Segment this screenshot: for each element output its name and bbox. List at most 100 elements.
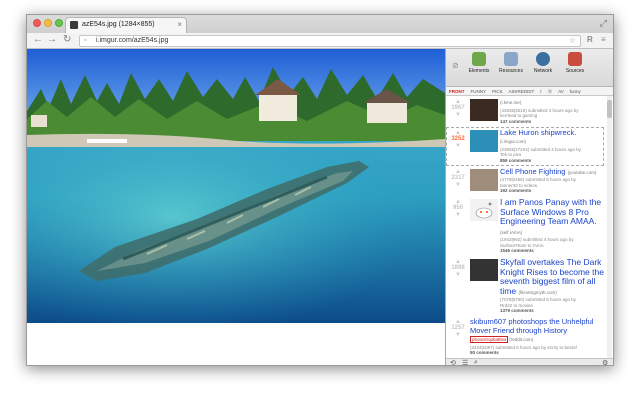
reload-icon[interactable]: ↻ [63, 34, 71, 45]
vote-column: ▲ 2317 ▼ [448, 169, 468, 188]
gear-icon[interactable]: ⚙ [602, 359, 608, 365]
post-thumbnail[interactable] [470, 259, 498, 281]
list-icon[interactable]: ☰ [462, 359, 468, 365]
close-window-button[interactable] [33, 19, 41, 27]
downvote-icon[interactable]: ▼ [448, 212, 468, 218]
tab-1[interactable]: FUNNY [468, 87, 490, 94]
scroll-thumb[interactable] [607, 100, 612, 118]
post-text: Cell Phone Fighting (youtube.com) (4779|2… [500, 167, 604, 193]
post-domain[interactable]: (youtube.com) [568, 170, 597, 175]
post-title[interactable]: Lake Huron shipwreck. (i.imgur.com) [500, 128, 604, 147]
maximize-window-button[interactable] [55, 19, 63, 27]
vote-column: ▲ 1257 ▼ [448, 319, 468, 338]
post-score: 1257 [451, 325, 465, 331]
post-title[interactable]: I am Panos Panay with the Surface Window… [500, 197, 604, 237]
tab-active[interactable]: azE54s.jpg (1284×855) × [65, 17, 187, 33]
sources-label: Sources [565, 68, 585, 74]
post-domain[interactable]: (filesrtngmyth.com) [518, 290, 556, 295]
address-bar[interactable]: ▫ i.imgur.com/azE54s.jpg ☆ [79, 35, 581, 47]
vote-column: ▲ 3252 ▼ [448, 130, 468, 149]
post-comments-link[interactable]: 50 comments [470, 350, 604, 355]
elements-icon [472, 52, 486, 66]
downvote-icon[interactable]: ▼ [448, 182, 468, 188]
hamburger-menu-icon[interactable]: ≡ [601, 35, 606, 44]
tab-5[interactable]: Ⓐ [545, 87, 556, 95]
post-feed: ▲ 1967 ▼ (i.kme.me) (44835|2516) submitted … [446, 96, 606, 358]
post-title[interactable]: (i.kme.me) [500, 98, 604, 108]
elements-button[interactable]: Elements [464, 52, 494, 74]
post-domain[interactable]: (i.imgur.com) [500, 139, 526, 144]
post-comments-link[interactable]: 147 comments [500, 119, 604, 124]
vote-column: ▲ 950 ▼ [448, 199, 468, 218]
post-title[interactable]: Skyfall overtakes The Dark Knight Rises … [500, 257, 604, 297]
browser-window: azE54s.jpg (1284×855) × ⤢ ← → ↻ ▫ i.imgu… [26, 14, 614, 366]
tab-0[interactable]: FRONT [446, 87, 468, 94]
post-comments-link[interactable]: 192 comments [500, 188, 604, 193]
tab-strip: azE54s.jpg (1284×855) × ⤢ [27, 15, 613, 33]
post-item[interactable]: ▲ 950 ▼ I am Panos Panay with the Surface W… [446, 196, 604, 256]
vote-column: ▲ 1967 ▼ [448, 99, 468, 118]
post-text: (i.kme.me) (44835|2516) submitted 3 hours… [500, 98, 604, 124]
post-item[interactable]: ▲ 1257 ▼ skibum607 photoshops the Unhelpful… [446, 316, 604, 358]
post-domain[interactable]: (reddit.com) [509, 337, 533, 342]
tab-close-icon[interactable]: × [177, 20, 182, 29]
star-icon[interactable]: ☆ [569, 36, 576, 45]
network-button[interactable]: Network [528, 52, 558, 74]
tab-title: azE54s.jpg (1284×855) [82, 21, 155, 28]
post-domain[interactable]: (self.IAmA) [500, 230, 522, 235]
post-item[interactable]: ▲ 1898 ▼ Skyfall overtakes The Dark Knight … [446, 256, 604, 316]
tab-4[interactable]: Ⅰ [537, 87, 544, 95]
post-comments-link[interactable]: 1379 comments [500, 308, 604, 313]
post-comments-link[interactable]: 1546 comments [500, 248, 604, 253]
subreddit-tabs: FRONT FUNNY PICS ASKREDDIT Ⅰ Ⓐ AV funny [446, 87, 613, 96]
no-entry-icon[interactable]: ⊘ [452, 61, 459, 70]
post-domain[interactable]: (i.kme.me) [500, 100, 521, 105]
resources-label: Resources [499, 68, 523, 74]
minimize-window-button[interactable] [44, 19, 52, 27]
post-item[interactable]: ▲ 3252 ▼ Lake Huron shipwreck. (i.imgur.com… [446, 126, 604, 166]
panel-bottom-bar: ⟲ ☰ ⌕ ⚙ [446, 358, 613, 365]
search-icon[interactable]: ⌕ [474, 359, 478, 365]
reddit-alien-icon [475, 202, 493, 219]
post-thumbnail[interactable] [470, 129, 498, 152]
post-item[interactable]: ▲ 2317 ▼ Cell Phone Fighting (youtube.com)(… [446, 166, 604, 197]
post-thumbnail[interactable] [470, 99, 498, 121]
post-comments-link[interactable]: 859 comments [500, 158, 604, 163]
post-score: 3252 [451, 135, 465, 142]
forward-arrow-icon[interactable]: → [47, 34, 57, 45]
post-flair: photoshopbattles [470, 336, 509, 343]
refresh-feed-icon[interactable]: ⟲ [450, 359, 456, 365]
downvote-icon[interactable]: ▼ [448, 112, 468, 118]
post-thumbnail[interactable] [470, 168, 498, 191]
post-thumbnail[interactable] [470, 199, 498, 221]
sources-button[interactable]: Sources [560, 52, 590, 74]
post-score: 1967 [451, 105, 465, 111]
post-title[interactable]: Cell Phone Fighting (youtube.com) [500, 167, 604, 178]
post-item[interactable]: ▲ 1967 ▼ (i.kme.me) (44835|2516) submitted … [446, 96, 604, 127]
post-score: 950 [452, 205, 463, 211]
back-arrow-icon[interactable]: ← [33, 34, 43, 45]
reddit-extension-panel: ⊘ Elements Resources Network Sources FRO… [445, 49, 613, 365]
downvote-icon[interactable]: ▼ [448, 332, 468, 338]
post-score: 1898 [451, 265, 465, 271]
post-text: Lake Huron shipwreck. (i.imgur.com) (2365… [500, 128, 604, 163]
tab-6[interactable]: AV [555, 87, 567, 94]
page-icon: ▫ [84, 37, 87, 44]
downvote-icon[interactable]: ▼ [448, 143, 468, 149]
feed-scrollbar[interactable] [607, 96, 612, 358]
post-text: skibum607 photoshops the Unhelpful Mover… [470, 317, 604, 355]
tab-2[interactable]: PICS [489, 87, 506, 94]
image-viewport [27, 49, 445, 365]
screen: azE54s.jpg (1284×855) × ⤢ ← → ↻ ▫ i.imgu… [0, 0, 640, 400]
downvote-icon[interactable]: ▼ [448, 272, 468, 278]
post-title[interactable]: skibum607 photoshops the Unhelpful Mover… [470, 317, 604, 345]
tab-3[interactable]: ASKREDDIT [506, 87, 538, 94]
resources-button[interactable]: Resources [496, 52, 526, 74]
resources-icon [504, 52, 518, 66]
post-score: 2317 [451, 174, 465, 181]
post-text: Skyfall overtakes The Dark Knight Rises … [500, 257, 604, 313]
shipwreck-photo [27, 49, 445, 323]
tab-7[interactable]: funny [567, 87, 584, 94]
extension-r-icon[interactable]: R [587, 35, 593, 44]
fullscreen-icon[interactable]: ⤢ [600, 18, 607, 29]
